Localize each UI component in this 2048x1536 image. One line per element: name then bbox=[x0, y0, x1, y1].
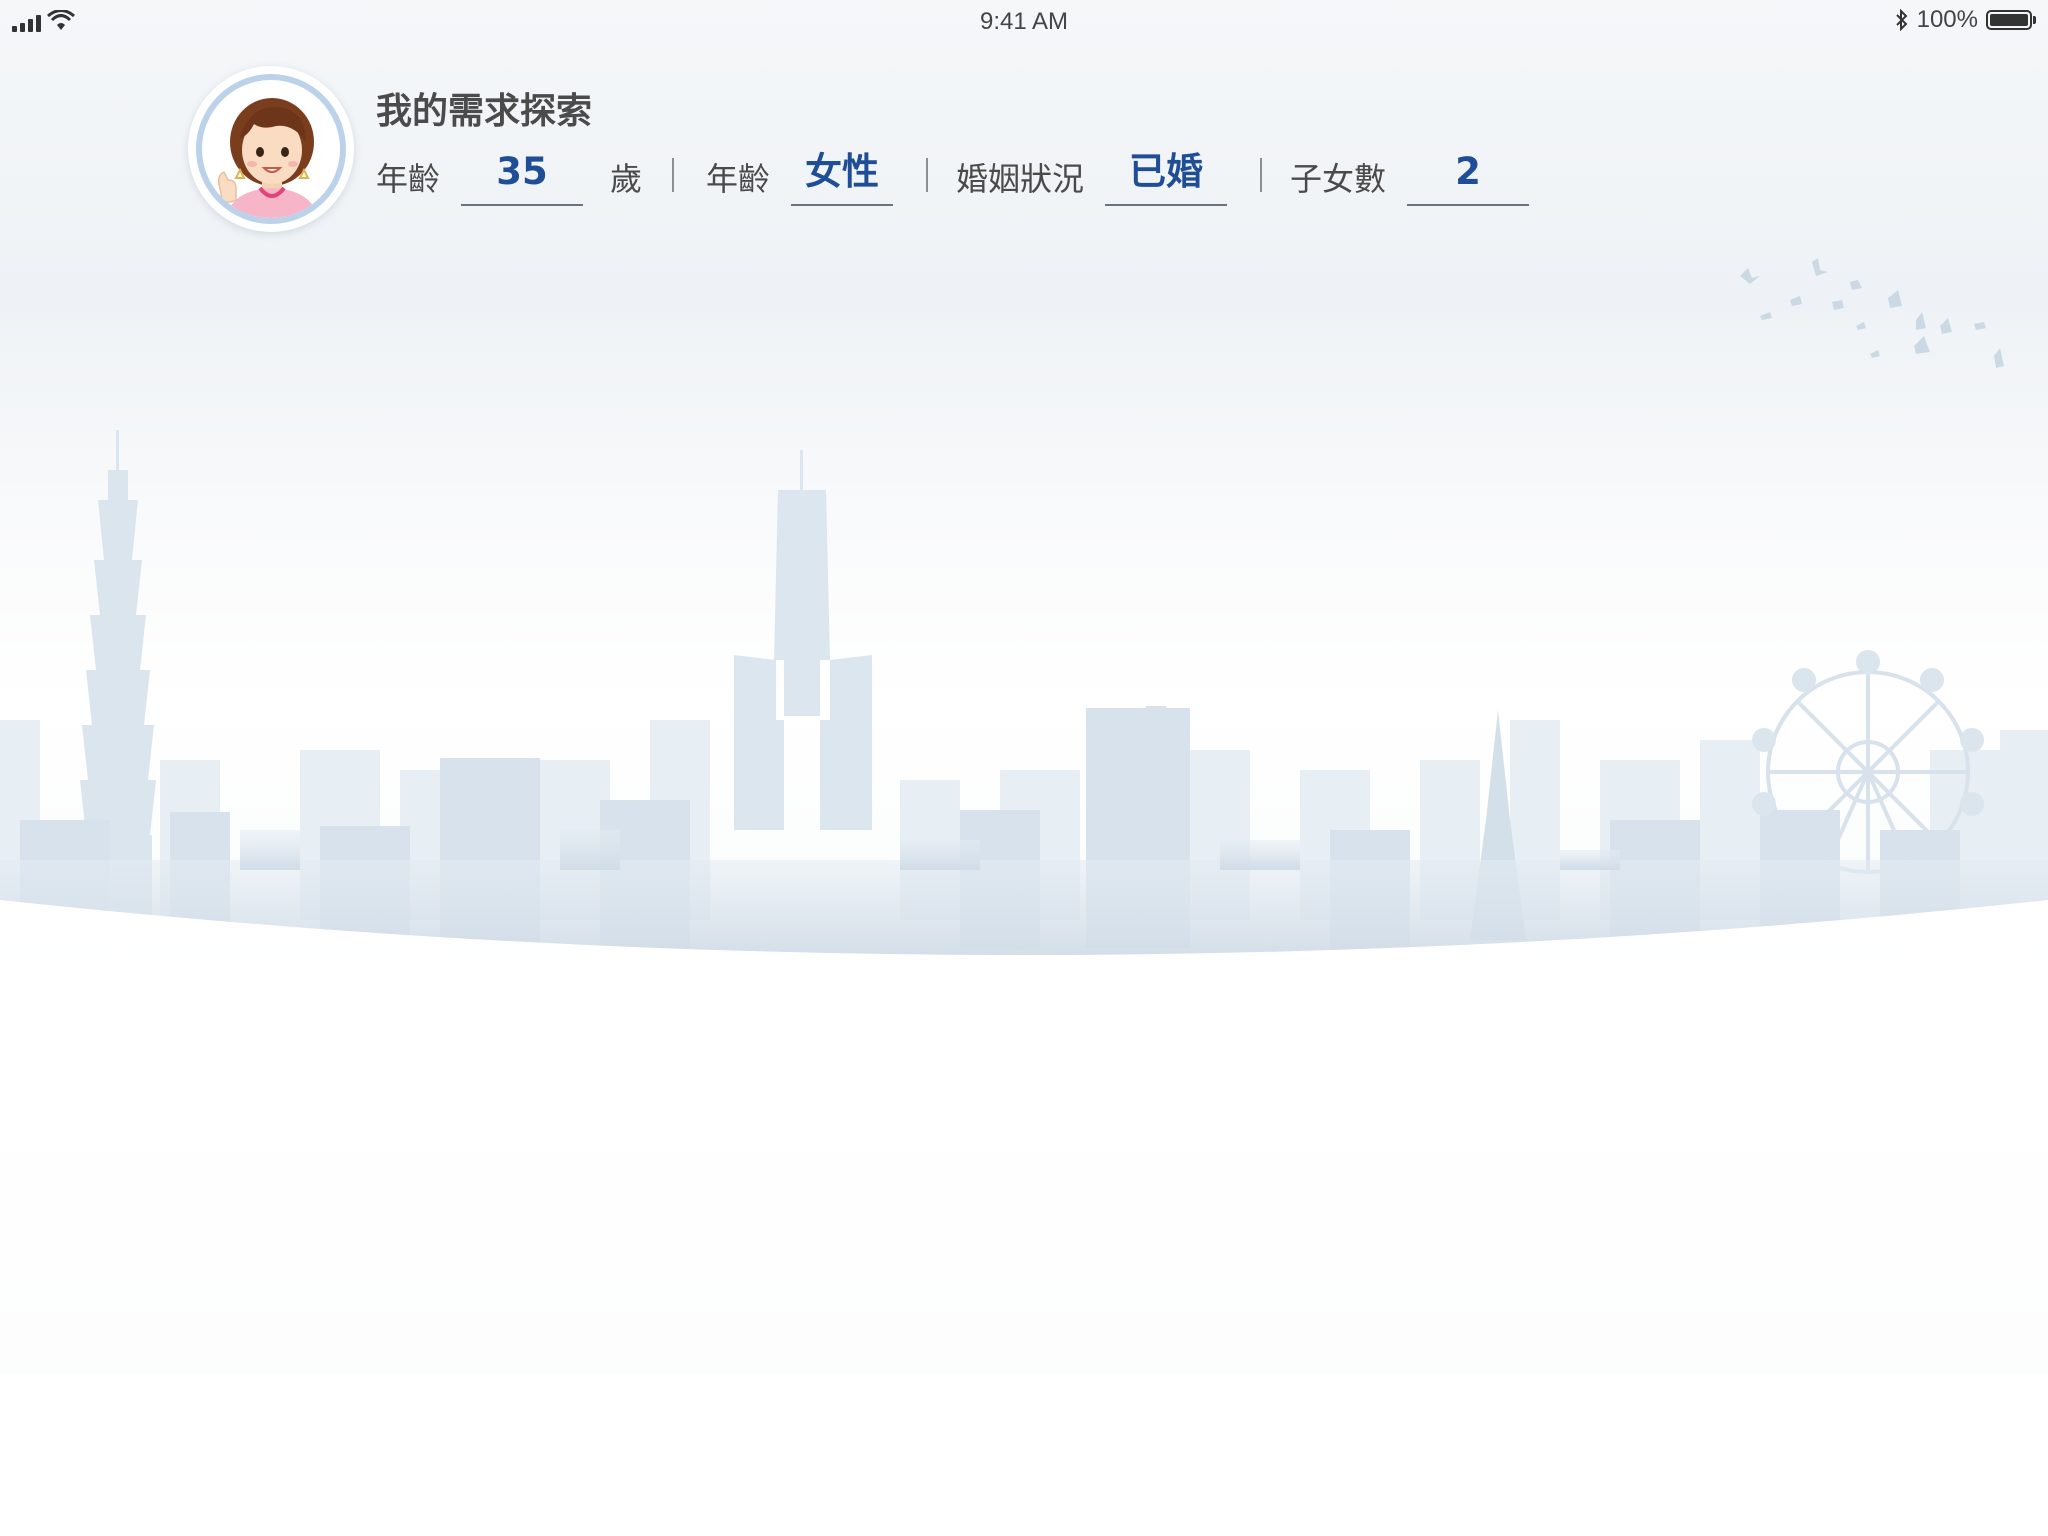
birds bbox=[1740, 258, 2004, 368]
children-count-value-field[interactable]: 2 bbox=[1407, 146, 1529, 206]
battery-body bbox=[1986, 10, 2032, 30]
bluetooth-icon bbox=[1895, 9, 1908, 31]
status-right: 100% bbox=[1895, 6, 2036, 34]
app-screen: 9:41 AM 100% 我的需求探索 年齡 35 歲 年齡 女性 婚姻狀況 已… bbox=[0, 0, 2048, 1536]
battery-percentage: 100% bbox=[1916, 6, 1978, 33]
marital-status-label: 婚姻狀況 bbox=[956, 160, 1085, 198]
battery-tip bbox=[2033, 16, 2036, 24]
divider bbox=[1260, 158, 1262, 192]
children-count-label: 子女數 bbox=[1290, 160, 1387, 198]
divider bbox=[926, 158, 928, 192]
status-bar: 9:41 AM 100% bbox=[0, 0, 2048, 44]
status-time: 9:41 AM bbox=[979, 8, 1069, 35]
age-label: 年齡 bbox=[376, 160, 441, 198]
marital-status-value-field[interactable]: 已婚 bbox=[1105, 146, 1227, 206]
age-unit: 歲 bbox=[610, 160, 643, 198]
avatar-ring bbox=[196, 74, 346, 224]
sky-tower bbox=[734, 450, 872, 830]
battery-icon bbox=[1986, 10, 2036, 30]
avatar[interactable] bbox=[188, 66, 354, 232]
age-value-field[interactable]: 35 bbox=[461, 146, 583, 206]
divider bbox=[672, 158, 674, 192]
battery-fill bbox=[1990, 14, 2028, 26]
gender-label: 年齡 bbox=[706, 160, 771, 198]
female-avatar-icon bbox=[217, 98, 318, 218]
gender-value-field[interactable]: 女性 bbox=[791, 146, 893, 206]
page-title: 我的需求探索 bbox=[376, 91, 593, 132]
